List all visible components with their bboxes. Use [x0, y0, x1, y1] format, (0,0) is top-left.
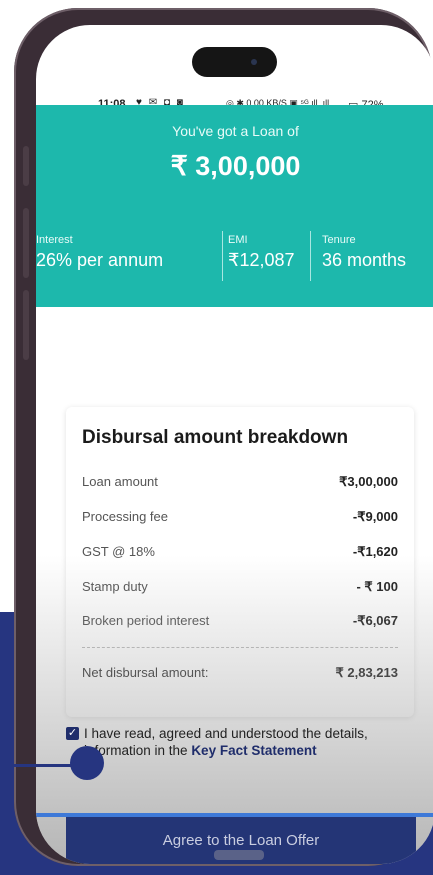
- breakdown-row: Processing fee -₹9,000: [82, 509, 398, 529]
- row-label: Processing fee: [82, 509, 168, 524]
- dashed-divider: [82, 647, 398, 648]
- loan-summary-banner: You've got a Loan of ₹ 3,00,000 Interest…: [36, 105, 433, 307]
- interest-value: 26% per annum: [36, 250, 164, 270]
- consent-text: I have read, agreed and understood the d…: [66, 725, 418, 759]
- kfs-consent: ✓ I have read, agreed and understood the…: [66, 725, 418, 759]
- row-label: Stamp duty: [82, 579, 148, 594]
- breakdown-row: Loan amount ₹3,00,000: [82, 474, 398, 494]
- row-label: Broken period interest: [82, 613, 210, 628]
- callout-dot: [70, 746, 104, 780]
- tenure-value: 36 months: [322, 250, 407, 270]
- consent-checkbox[interactable]: ✓: [66, 727, 79, 740]
- home-indicator: [214, 850, 264, 860]
- disbursal-breakdown-card: Disbursal amount breakdown Loan amount ₹…: [66, 407, 414, 717]
- metric-divider: [222, 231, 223, 281]
- callout-line: [0, 764, 80, 767]
- phone-frame: 11:08 ♥ ✉ ◘ ◙ ◎ ✱ 0.00 KB/S ▣ ⁵ᴳ.ıll .ıl…: [14, 8, 433, 866]
- phone-screen: 11:08 ♥ ✉ ◘ ◙ ◎ ✱ 0.00 KB/S ▣ ⁵ᴳ.ıll .ıl…: [36, 25, 433, 864]
- breakdown-row: Stamp duty - ₹ 100: [82, 579, 398, 599]
- metric-divider: [310, 231, 311, 281]
- tenure-label: Tenure: [322, 234, 356, 246]
- row-value: - ₹ 100: [356, 579, 398, 594]
- row-value: -₹1,620: [352, 544, 398, 559]
- phone-side-button: [23, 208, 29, 278]
- row-value: ₹3,00,000: [339, 474, 398, 489]
- net-disbursal-row: Net disbursal amount: ₹ 2,83,213: [82, 665, 398, 685]
- interest-label: Interest: [36, 234, 73, 246]
- loan-heading: You've got a Loan of: [172, 123, 299, 139]
- row-label: Loan amount: [82, 474, 158, 489]
- phone-side-button: [23, 146, 29, 186]
- net-label: Net disbursal amount:: [82, 665, 209, 680]
- key-fact-statement-link[interactable]: Key Fact Statement: [191, 743, 316, 758]
- emi-value: ₹12,087: [228, 250, 295, 270]
- row-value: -₹6,067: [352, 613, 398, 628]
- breakdown-row: GST @ 18% -₹1,620: [82, 544, 398, 564]
- emi-label: EMI: [228, 234, 248, 246]
- camera-icon: [251, 59, 257, 65]
- phone-side-button: [23, 290, 29, 360]
- breakdown-title: Disbursal amount breakdown: [82, 427, 349, 448]
- breakdown-row: Broken period interest -₹6,067: [82, 613, 398, 633]
- camera-notch: [192, 47, 277, 77]
- row-value: -₹9,000: [352, 509, 398, 524]
- row-label: GST @ 18%: [82, 544, 155, 559]
- loan-amount: ₹ 3,00,000: [170, 151, 301, 181]
- emi-metric: EMI ₹12,087: [228, 234, 295, 271]
- tenure-metric: Tenure 36 months: [322, 234, 406, 271]
- net-value: ₹ 2,83,213: [335, 665, 399, 680]
- interest-metric: Interest 26% per annum: [36, 234, 163, 271]
